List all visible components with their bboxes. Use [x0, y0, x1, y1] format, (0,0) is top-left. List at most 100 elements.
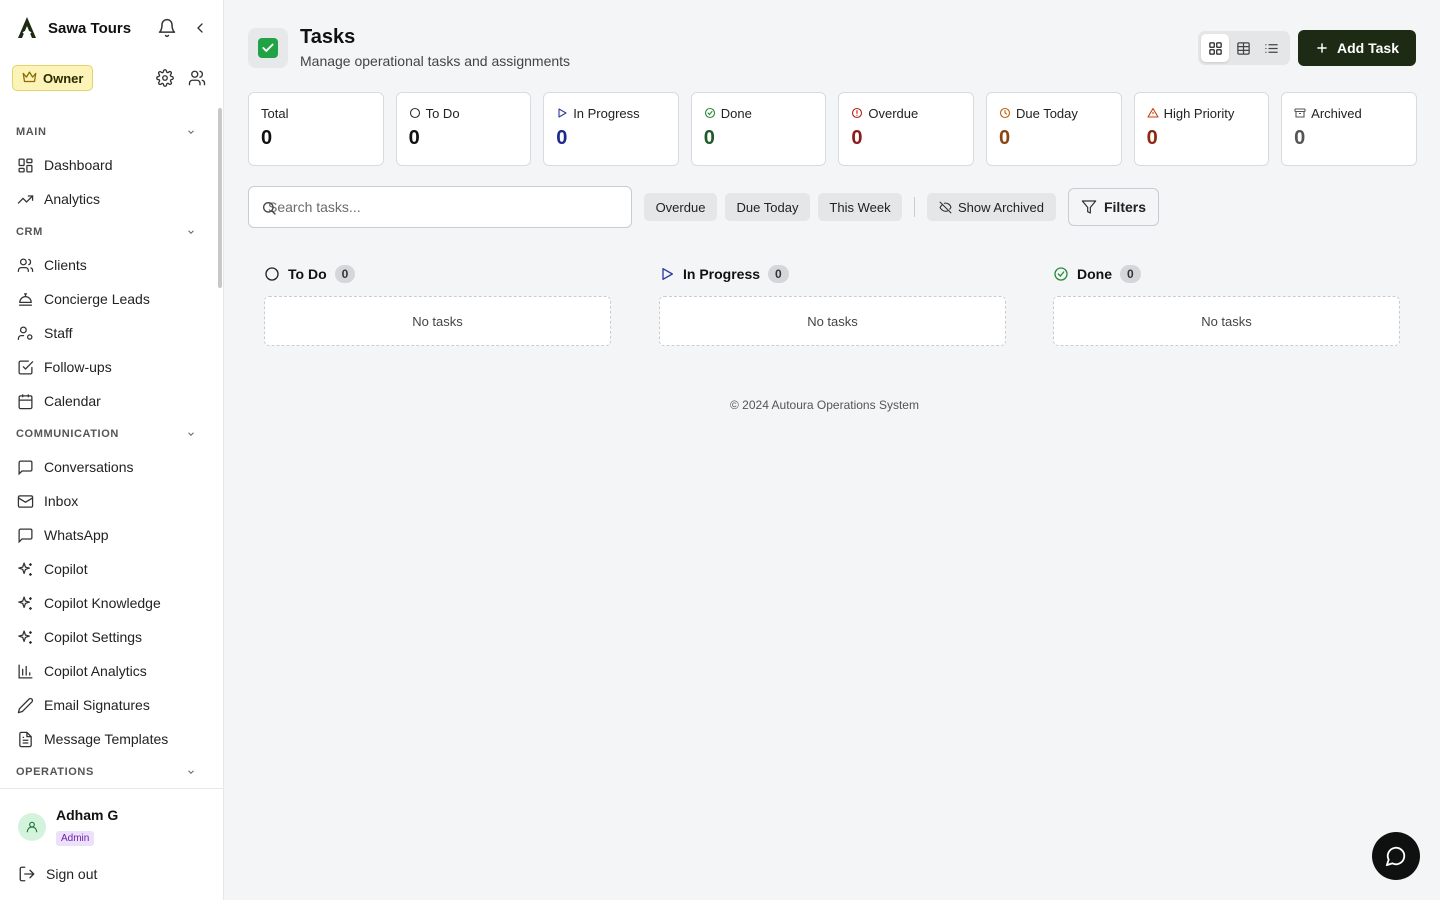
sidebar-scrollbar[interactable]: [218, 108, 222, 288]
nav-section-communication[interactable]: COMMUNICATION: [0, 418, 218, 450]
filter-chip-this-week[interactable]: This Week: [818, 193, 902, 221]
sparkles-icon: [16, 628, 34, 646]
view-toggle: [1198, 31, 1290, 65]
sparkles-icon: [16, 594, 34, 612]
nav-section-title: COMMUNICATION: [16, 428, 119, 440]
sidebar-item-label: Copilot: [44, 561, 88, 577]
search-box: [248, 186, 632, 228]
stats-row: Total 0 To Do 0 In Progress 0 Done 0 Ove…: [248, 92, 1417, 166]
sidebar-item-dashboard[interactable]: Dashboard: [0, 148, 218, 182]
column-header-in-progress: In Progress 0: [659, 263, 789, 285]
stat-card-due-today[interactable]: Due Today 0: [985, 92, 1122, 166]
user-name: Adham G: [56, 807, 119, 823]
sign-out-label: Sign out: [46, 866, 98, 882]
filter-chip-overdue[interactable]: Overdue: [644, 193, 717, 221]
stat-value: 0: [1146, 127, 1158, 149]
stat-value: 0: [408, 127, 420, 149]
column-title: Done: [1077, 266, 1112, 282]
settings-gear-icon[interactable]: [156, 69, 174, 87]
sidebar-item-label: WhatsApp: [44, 527, 109, 543]
stat-card-overdue[interactable]: Overdue 0: [838, 92, 974, 166]
column-header-done: Done 0: [1053, 263, 1141, 285]
sidebar-item-follow-ups[interactable]: Follow-ups: [0, 350, 218, 384]
sidebar-item-clients[interactable]: Clients: [0, 248, 218, 282]
nav-section-operations[interactable]: OPERATIONS: [0, 756, 218, 788]
filter-chip-due-today[interactable]: Due Today: [725, 193, 810, 221]
avatar[interactable]: [18, 813, 46, 841]
sidebar-item-concierge-leads[interactable]: Concierge Leads: [0, 282, 218, 316]
show-archived-toggle[interactable]: Show Archived: [927, 193, 1056, 221]
brand-name: Sawa Tours: [48, 19, 132, 37]
chevron-down-icon: [188, 230, 194, 234]
check-circle-icon: [704, 107, 716, 119]
sidebar-item-label: Staff: [44, 325, 73, 341]
user-cog-icon: [16, 324, 34, 342]
list-view-button[interactable]: [1257, 34, 1285, 62]
brand-logo-icon: [16, 16, 38, 40]
sidebar-item-whatsapp[interactable]: WhatsApp: [0, 518, 218, 552]
sidebar-item-label: Copilot Knowledge: [44, 595, 161, 611]
sidebar-item-copilot-analytics[interactable]: Copilot Analytics: [0, 654, 218, 688]
nav-section-main[interactable]: MAIN: [0, 116, 218, 148]
notifications-bell-icon[interactable]: [157, 18, 177, 38]
list-icon: [1264, 43, 1278, 53]
collapse-sidebar-chevron-left-icon[interactable]: [192, 19, 208, 37]
filter-divider: [914, 197, 915, 217]
play-icon: [556, 107, 568, 119]
sidebar-item-label: Follow-ups: [44, 359, 112, 375]
stat-label: Done: [720, 105, 752, 121]
sign-out-button[interactable]: Sign out: [18, 865, 97, 883]
calendar-icon: [16, 392, 34, 410]
sidebar-item-inbox[interactable]: Inbox: [0, 484, 218, 518]
stat-label: Archived: [1311, 105, 1362, 121]
check-square-icon: [16, 358, 34, 376]
sidebar-item-message-templates[interactable]: Message Templates: [0, 722, 218, 756]
circle-icon: [409, 107, 421, 119]
brand[interactable]: Sawa Tours: [16, 14, 131, 42]
sidebar-item-calendar[interactable]: Calendar: [0, 384, 218, 418]
sidebar-item-label: Email Signatures: [44, 697, 150, 713]
sidebar-item-copilot-settings[interactable]: Copilot Settings: [0, 620, 218, 654]
sidebar-item-label: Dashboard: [44, 157, 113, 173]
table-view-button[interactable]: [1229, 34, 1257, 62]
clock-icon: [999, 107, 1011, 119]
search-input[interactable]: [249, 187, 631, 227]
sidebar-item-analytics[interactable]: Analytics: [0, 182, 218, 216]
stat-card-done[interactable]: Done 0: [690, 92, 827, 166]
sidebar-item-label: Copilot Analytics: [44, 663, 147, 679]
pen-icon: [16, 696, 34, 714]
chevron-down-icon: [188, 432, 194, 436]
team-users-icon[interactable]: [188, 69, 206, 87]
sidebar-item-copilot-knowledge[interactable]: Copilot Knowledge: [0, 586, 218, 620]
stat-card-to-do[interactable]: To Do 0: [395, 92, 532, 166]
message-square-icon: [16, 526, 34, 544]
dashboard-icon: [16, 156, 34, 174]
sidebar-item-label: Conversations: [44, 459, 134, 475]
sidebar-item-label: Inbox: [44, 493, 79, 509]
message-square-icon: [16, 458, 34, 476]
sidebar-item-staff[interactable]: Staff: [0, 316, 218, 350]
sidebar-item-label: Copilot Settings: [44, 629, 143, 645]
sidebar-item-email-signatures[interactable]: Email Signatures: [0, 688, 218, 722]
stat-card-total[interactable]: Total 0: [248, 92, 384, 166]
chat-launcher-button[interactable]: [1372, 832, 1420, 880]
board-view-button[interactable]: [1201, 34, 1229, 62]
sidebar-item-copilot[interactable]: Copilot: [0, 552, 218, 586]
stat-card-high-priority[interactable]: High Priority 0: [1133, 92, 1270, 166]
sidebar-item-conversations[interactable]: Conversations: [0, 450, 218, 484]
column-count-badge: 0: [334, 265, 356, 283]
stat-label: To Do: [425, 105, 460, 121]
file-text-icon: [16, 730, 34, 748]
nav-section-crm[interactable]: CRM: [0, 216, 218, 248]
add-task-button[interactable]: Add Task: [1298, 30, 1416, 66]
users-icon: [16, 256, 34, 274]
page-subtitle: Manage operational tasks and assignments: [300, 53, 571, 69]
stat-card-in-progress[interactable]: In Progress 0: [543, 92, 679, 166]
filters-button[interactable]: Filters: [1068, 188, 1159, 226]
sparkles-icon: [16, 560, 34, 578]
page-title: Tasks: [300, 26, 356, 48]
stat-label: High Priority: [1163, 105, 1235, 121]
bell-concierge-icon: [16, 290, 34, 308]
stat-card-archived[interactable]: Archived 0: [1281, 92, 1417, 166]
mail-icon: [16, 492, 34, 510]
